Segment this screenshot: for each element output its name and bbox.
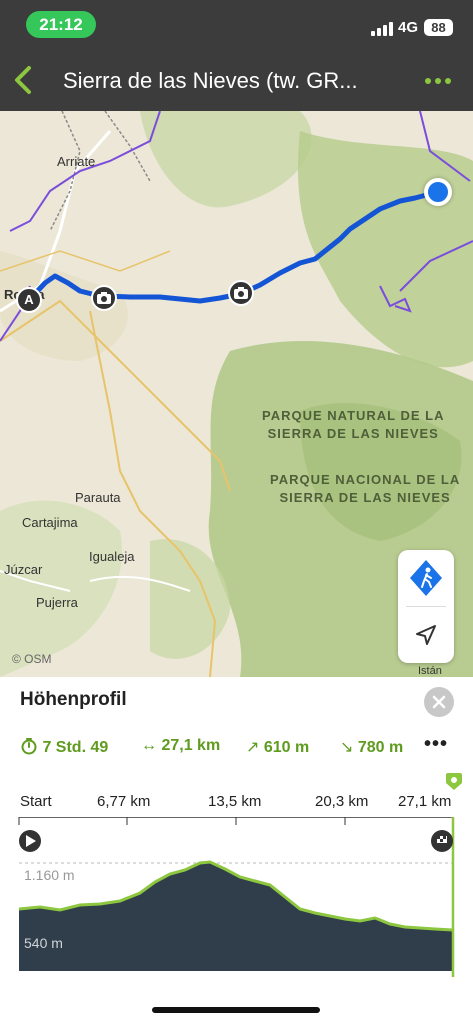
distance-value: 27,1 km [161,737,221,754]
map-attribution: © OSM [12,652,52,666]
network-type: 4G [398,19,419,36]
duration-stat: 7 Std. 49 [20,737,108,757]
axis-tick-label: 20,3 km [315,793,369,810]
battery-icon: 88 [424,19,453,36]
axis-tick-label: 13,5 km [208,793,262,810]
elevation-high-label: 1.160 m [24,867,75,883]
distance-axis: Start 6,77 km 13,5 km 20,3 km 27,1 km [0,789,473,819]
descent-icon: ↘ [340,739,354,756]
current-location-icon [424,178,452,206]
stopwatch-icon [21,738,37,755]
place-label: Igualeja [89,549,135,564]
hiking-icon [410,560,442,596]
more-options-button[interactable] [418,64,458,98]
start-marker[interactable]: A [16,287,42,313]
back-button[interactable] [8,60,42,100]
camera-icon [234,287,248,299]
distance-icon: ↔ [141,737,157,754]
activity-button[interactable] [398,550,454,606]
status-bar: 21:12 4G 88 [0,0,473,50]
nav-bar: Sierra de las Nieves (tw. GR... [0,50,473,111]
park-label: PARQUE NATURAL DE LA SIERRA DE LAS NIEVE… [262,408,445,441]
status-time: 21:12 [26,11,96,38]
stats-more-button[interactable]: ••• [424,733,448,756]
place-label: Istán [418,665,442,677]
home-indicator [152,1007,320,1013]
place-label: Arriate [57,154,96,169]
close-button[interactable] [424,687,454,717]
camera-icon [97,292,111,304]
map-controls [398,550,454,663]
photo-marker[interactable] [91,285,117,311]
ascent-icon: ↗ [246,739,260,756]
more-dots-icon [425,78,451,84]
route-map[interactable]: Arriate Ronda Parauta Cartajima Igualeja… [0,111,473,677]
descent-stat: ↘ 780 m [340,737,403,757]
duration-value: 7 Std. 49 [42,739,109,756]
place-label: Parauta [75,490,121,505]
axis-tick-label: 27,1 km [398,793,452,810]
park-label: PARQUE NACIONAL DE LA SIERRA DE LAS NIEV… [270,472,461,505]
descent-value: 780 m [357,739,404,756]
close-icon [432,695,446,709]
place-label: Pujerra [36,595,78,610]
ascent-value: 610 m [263,739,310,756]
axis-tick-label: Start [20,793,52,810]
panel-title: Höhenprofil [20,689,127,710]
page-title: Sierra de las Nieves (tw. GR... [63,68,358,93]
back-chevron-icon [15,66,31,94]
place-label: Júzcar [4,562,43,577]
elevation-area [19,862,453,971]
elevation-low-label: 540 m [24,935,63,951]
position-pin-icon[interactable] [445,772,463,796]
distance-stat: ↔ 27,1 km [141,737,220,755]
place-label: Cartajima [22,515,78,530]
locate-button[interactable] [398,607,454,663]
ascent-stat: ↗ 610 m [246,737,309,757]
elevation-chart[interactable]: 1.160 m 540 m [0,817,473,977]
location-arrow-icon [416,625,436,645]
axis-tick-label: 6,77 km [97,793,151,810]
route-stats: 7 Std. 49 ↔ 27,1 km ↗ 610 m ↘ 780 m ••• [20,733,460,761]
elevation-panel: Höhenprofil 7 Std. 49 ↔ 27,1 km ↗ 610 m … [0,677,473,1024]
signal-icon [371,22,393,36]
photo-marker[interactable] [228,280,254,306]
